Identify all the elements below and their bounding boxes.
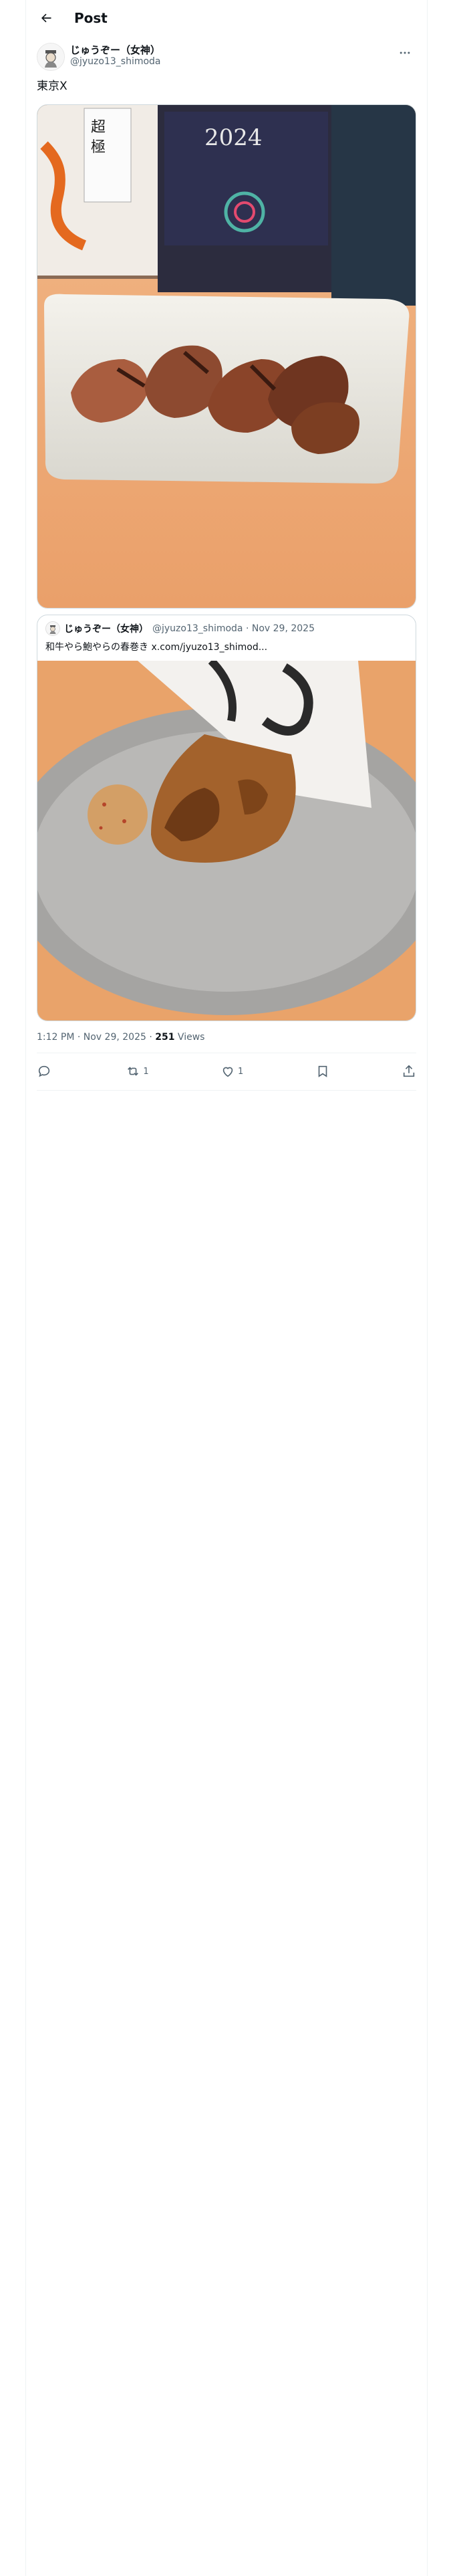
heart-icon [222, 1067, 233, 1077]
page-title: Post [74, 9, 108, 26]
quoted-post-photo[interactable] [37, 657, 416, 1021]
repost-icon [128, 1067, 139, 1076]
svg-text:極: 極 [91, 139, 106, 156]
post-timestamp[interactable]: 1:12 PM · Nov 29, 2025 · 251 Views [37, 1032, 204, 1043]
post-text: 東京X [37, 80, 67, 93]
reply-button[interactable] [37, 1064, 54, 1079]
author-display-name[interactable]: じゅうぞー（女神） [70, 43, 160, 57]
timestamp-text: 1:12 PM · Nov 29, 2025 · [37, 1032, 156, 1043]
back-button[interactable] [34, 6, 58, 30]
avatar[interactable] [37, 43, 65, 71]
more-options-button[interactable] [394, 41, 416, 64]
bookmark-icon [318, 1065, 327, 1077]
quoted-display-name: じゅうぞー（女神） [64, 624, 148, 635]
quoted-post[interactable]: じゅうぞー（女神） @jyuzo13_shimoda · Nov 29, 202… [37, 615, 416, 1021]
svg-text:超: 超 [91, 119, 106, 136]
bookmark-button[interactable] [315, 1064, 330, 1079]
quoted-post-header: じゅうぞー（女神） @jyuzo13_shimoda · Nov 29, 202… [45, 621, 315, 636]
post-author: じゅうぞー（女神） @jyuzo13_shimoda [37, 40, 416, 72]
like-button[interactable]: 1 [220, 1064, 243, 1079]
quoted-handle-date: @jyuzo13_shimoda · Nov 29, 2025 [152, 623, 315, 634]
views-label: Views [174, 1032, 205, 1043]
top-bar: Post [26, 0, 427, 35]
main-column: Post じゅうぞー（女神） @jyuzo13_shimoda 東京X 超 極 … [25, 0, 428, 2576]
author-handle[interactable]: @jyuzo13_shimoda [70, 56, 161, 67]
repost-button[interactable]: 1 [126, 1064, 149, 1079]
action-bar: 1 1 [37, 1058, 416, 1085]
views-count: 251 [155, 1032, 175, 1043]
share-icon [403, 1065, 415, 1077]
quoted-post-text: 和牛やら鮑やらの春巻き x.com/jyuzo13_shimod... [45, 640, 267, 653]
reply-icon [38, 1065, 50, 1077]
repost-count: 1 [143, 1066, 149, 1077]
quoted-link[interactable]: x.com/jyuzo13_shimod... [151, 642, 267, 653]
more-icon [400, 51, 410, 54]
like-count: 1 [238, 1066, 244, 1077]
quoted-avatar [45, 621, 60, 636]
post-photo[interactable]: 超 極 2024 [37, 104, 416, 609]
divider [37, 1090, 416, 1091]
share-button[interactable] [402, 1064, 416, 1079]
quoted-text-body: 和牛やら鮑やらの春巻き [45, 642, 148, 653]
bottle-label: 2024 [204, 124, 263, 151]
arrow-left-icon [41, 13, 51, 22]
